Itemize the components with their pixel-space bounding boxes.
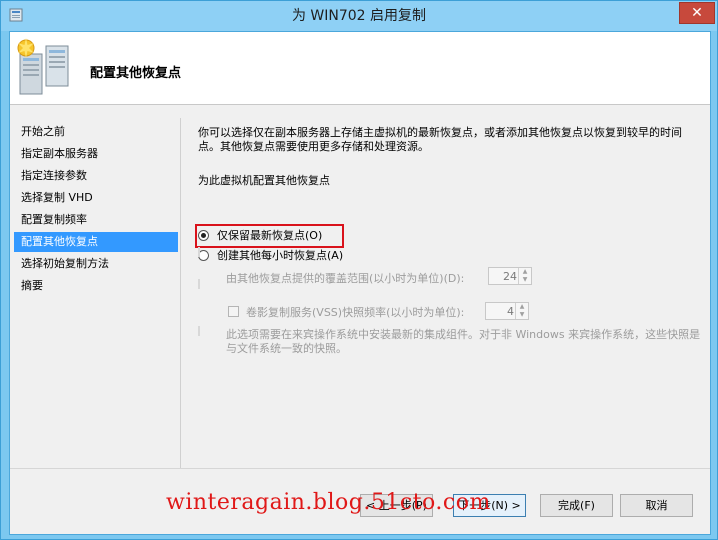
wizard-steps-nav: 开始之前 指定副本服务器 指定连接参数 选择复制 VHD 配置复制频率 配置其他…: [10, 118, 181, 468]
page-description: 你可以选择仅在副本服务器上存储主虚拟机的最新恢复点，或者添加其他恢复点以恢复到较…: [198, 126, 682, 153]
nav-item-replica-server[interactable]: 指定副本服务器: [14, 144, 178, 164]
radio-hourly-label: 创建其他每小时恢复点(A): [217, 249, 344, 262]
vss-frequency-stepper[interactable]: 4 ▲ ▼: [485, 302, 529, 320]
nav-item-initial-replication[interactable]: 选择初始复制方法: [14, 254, 178, 274]
nav-item-replication-frequency[interactable]: 配置复制频率: [14, 210, 178, 230]
indent-marker-3: [198, 326, 200, 336]
finish-button[interactable]: 完成(F): [540, 494, 613, 517]
nav-item-recovery-points[interactable]: 配置其他恢复点: [14, 232, 178, 252]
indent-marker: [198, 247, 200, 257]
window-title: 为 WIN702 启用复制: [291, 8, 427, 24]
nav-item-summary[interactable]: 摘要: [14, 276, 178, 296]
coverage-hours-spin-buttons[interactable]: ▲ ▼: [518, 268, 531, 284]
page-title: 配置其他恢复点: [90, 66, 182, 81]
recovery-points-group-label: 为此虚拟机配置其他恢复点: [198, 174, 330, 187]
nav-item-before-you-begin[interactable]: 开始之前: [14, 122, 178, 142]
watermark-text: winteragain.blog.51cto.com: [166, 490, 491, 515]
cancel-button[interactable]: 取消: [620, 494, 693, 517]
indent-marker-2: [198, 279, 200, 289]
close-button[interactable]: ✕: [679, 2, 715, 24]
wizard-client-area: 配置其他恢复点 开始之前 指定副本服务器 指定连接参数 选择复制 VHD 配置复…: [9, 31, 711, 535]
vss-note: 此选项需要在来宾操作系统中安装最新的集成组件。对于非 Windows 来宾操作系…: [226, 328, 701, 355]
vss-frequency-value: 4: [507, 305, 514, 318]
nav-item-replication-vhd[interactable]: 选择复制 VHD: [14, 188, 178, 208]
coverage-hours-value: 24: [503, 270, 517, 283]
highlight-annotation: [195, 224, 344, 248]
vss-frequency-spin-buttons[interactable]: ▲ ▼: [515, 303, 528, 319]
wizard-content: 你可以选择仅在副本服务器上存储主虚拟机的最新恢复点，或者添加其他恢复点以恢复到较…: [180, 104, 710, 484]
coverage-hours-stepper[interactable]: 24 ▲ ▼: [488, 267, 532, 285]
replication-server-icon: [17, 38, 69, 95]
vss-checkbox[interactable]: [228, 306, 239, 317]
coverage-label: 由其他恢复点提供的覆盖范围(以小时为单位)(D):: [226, 272, 465, 285]
footer-divider: [10, 468, 710, 469]
dialog-window: 为 WIN702 启用复制 ✕ 配置其他恢复点 开始之前 指定副本服务器 指定连…: [0, 0, 718, 540]
nav-item-connection-parameters[interactable]: 指定连接参数: [14, 166, 178, 186]
title-bar[interactable]: 为 WIN702 启用复制 ✕: [1, 1, 717, 31]
vss-label: 卷影复制服务(VSS)快照频率(以小时为单位):: [246, 306, 465, 319]
wizard-header: 配置其他恢复点: [10, 32, 710, 105]
